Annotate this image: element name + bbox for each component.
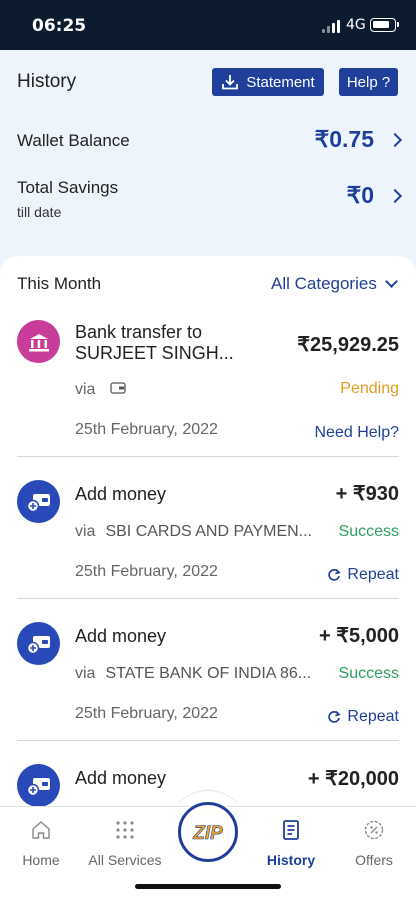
via-detail: STATE BANK OF INDIA 86... [105,665,312,682]
transaction-via: via SBI CARDS AND PAYMEN... [75,523,312,541]
repeat-label: Repeat [347,566,399,583]
category-filter[interactable]: All Categories [271,274,398,294]
list-title: This Month [17,274,102,293]
transaction-title: Add money [75,768,167,788]
transaction-item[interactable]: Add money + ₹930 via SBI CARDS AND PAYMEN… [0,478,416,598]
repeat-button[interactable]: Repeat [327,708,399,726]
via-label: via [75,381,96,398]
total-savings-row[interactable]: Total Savings till date ₹0 [0,176,416,224]
category-filter-label: All Categories [271,274,377,293]
transaction-amount: + ₹5,000 [318,625,399,647]
statement-button[interactable]: Statement [212,68,324,96]
status-badge: Success [338,523,399,540]
transaction-date: 25th February, 2022 [75,421,218,438]
page-title: History [17,71,77,92]
transaction-date: 25th February, 2022 [75,563,218,580]
wallet-balance-value: ₹0.75 [314,126,374,152]
transaction-title-line: Bank transfer to [75,322,203,342]
via-label: via [75,523,96,540]
via-detail: SBI CARDS AND PAYMEN... [105,523,313,540]
transaction-title: Add money [75,484,167,504]
download-icon [222,75,239,90]
transaction-via: via STATE BANK OF INDIA 86... [75,665,311,683]
divider [17,740,399,741]
tab-history-label: History [266,852,316,868]
repeat-button[interactable]: Repeat [327,566,399,584]
chevron-right-icon [387,188,403,204]
chevron-right-icon [387,132,403,148]
total-savings-sublabel: till date [17,204,62,220]
status-bar: 06:25 4G [0,0,416,50]
wallet-icon [110,382,126,394]
transaction-via: via [75,381,126,399]
tab-home-label: Home [22,852,60,868]
battery-icon [370,18,399,32]
bank-transfer-icon [17,320,60,363]
transaction-date: 25th February, 2022 [75,705,218,722]
transaction-amount: + ₹20,000 [307,768,399,790]
transaction-title: Add money [75,626,167,646]
home-indicator[interactable] [135,884,281,889]
tab-history[interactable]: History [263,819,319,868]
transaction-item[interactable]: Add money + ₹5,000 via STATE BANK OF INDI… [0,620,416,740]
grid-icon [116,821,134,839]
signal-icon [322,20,342,33]
tab-all-services-label: All Services [88,852,162,868]
repeat-icon [328,568,342,581]
network-type: 4G [346,17,366,33]
status-badge: Pending [340,380,399,397]
tab-offers[interactable]: Offers [348,819,400,868]
transaction-title-line: SURJEET SINGH... [75,343,234,363]
zip-logo-text: ZIP [192,823,223,844]
add-money-icon [17,622,60,665]
via-label: via [75,665,96,682]
divider [17,456,399,457]
need-help-link[interactable]: Need Help? [315,424,400,442]
repeat-icon [328,710,342,723]
chevron-down-icon [384,274,398,288]
repeat-label: Repeat [347,708,399,725]
status-badge: Success [338,665,399,682]
history-document-icon [283,820,299,840]
transaction-amount: ₹25,929.25 [297,334,399,356]
transaction-title: Bank transfer to SURJEET SINGH... [75,322,234,364]
zip-logo-icon: ZIP [192,823,223,845]
transaction-amount: + ₹930 [335,483,399,505]
statement-label: Statement [246,73,315,91]
divider [17,598,399,599]
wallet-balance-label: Wallet Balance [17,131,130,150]
home-icon [32,821,50,839]
help-button[interactable]: Help ? [339,68,398,96]
tab-offers-label: Offers [355,852,393,868]
wallet-balance-row[interactable]: Wallet Balance ₹0.75 [0,126,416,156]
add-money-icon [17,764,60,807]
zip-center-button[interactable]: ZIP [178,802,238,862]
add-money-icon [17,480,60,523]
transaction-item[interactable]: Bank transfer to SURJEET SINGH... ₹25,92… [0,318,416,456]
offers-badge-icon [364,820,384,840]
status-time: 06:25 [32,16,87,36]
tab-all-services[interactable]: All Services [84,819,166,868]
total-savings-value: ₹0 [346,182,374,208]
tab-home[interactable]: Home [16,819,66,868]
total-savings-label: Total Savings [17,178,119,197]
